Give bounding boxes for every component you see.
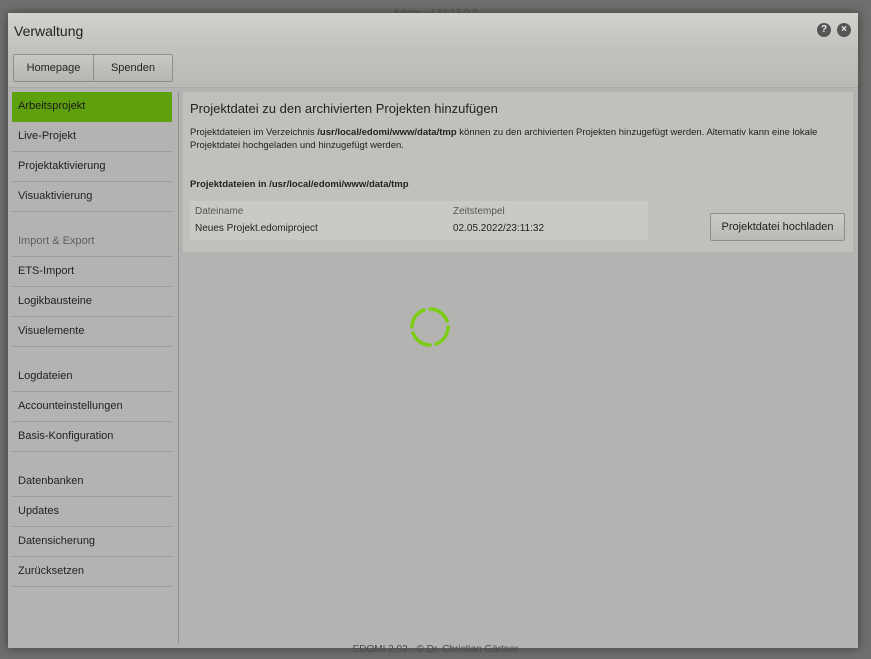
sidebar-section-header: Import & Export [12,227,172,257]
file-name-cell[interactable]: Neues Projekt.edomiproject [195,223,318,234]
help-icon[interactable]: ? [817,23,831,37]
tab-bar: Homepage Spenden [8,49,858,88]
sidebar-item-live-projekt[interactable]: Live-Projekt [12,122,172,152]
column-header-dateiname: Dateiname [195,206,244,217]
sidebar-item-basis-konfiguration[interactable]: Basis-Konfiguration [12,422,172,452]
verwaltung-window: Verwaltung ? × Homepage Spenden Arbeitsp… [8,13,858,648]
file-table: Dateiname Zeitstempel Neues Projekt.edom… [190,201,648,240]
sidebar-item-visuelemente[interactable]: Visuelemente [12,317,172,347]
sidebar-item-datenbanken[interactable]: Datenbanken [12,467,172,497]
sidebar-item-projektaktivierung[interactable]: Projektaktivierung [12,152,172,182]
directory-path: /usr/local/edomi/www/data/tmp [317,127,457,138]
window-title: Verwaltung [14,23,84,39]
sidebar-item-ets-import[interactable]: ETS-Import [12,257,172,287]
panel-description: Projektdateien im Verzeichnis /usr/local… [190,126,840,152]
sidebar-item-arbeitsprojekt[interactable]: Arbeitsprojekt [12,92,172,122]
sidebar-item-accounteinstellungen[interactable]: Accounteinstellungen [12,392,172,422]
column-header-zeitstempel: Zeitstempel [453,206,505,217]
directory-label: Projektdateien in /usr/local/edomi/www/d… [190,179,409,190]
sidebar-item-updates[interactable]: Updates [12,497,172,527]
tab-group: Homepage Spenden [13,54,173,82]
loading-spinner-icon [410,307,450,347]
timestamp-cell: 02.05.2022/23:11:32 [453,223,545,234]
panel-title: Projektdatei zu den archivierten Projekt… [190,101,498,116]
sidebar-item-zuruecksetzen[interactable]: Zurücksetzen [12,557,172,587]
sidebar-item-logikbausteine[interactable]: Logikbausteine [12,287,172,317]
description-text: Projektdateien im Verzeichnis [190,127,318,138]
sidebar: Arbeitsprojekt Live-Projekt Projektaktiv… [12,92,179,644]
sidebar-item-datensicherung[interactable]: Datensicherung [12,527,172,557]
upload-project-button[interactable]: Projektdatei hochladen [710,213,845,241]
sidebar-item-logdateien[interactable]: Logdateien [12,362,172,392]
tab-homepage[interactable]: Homepage [14,55,94,81]
archive-panel: Projektdatei zu den archivierten Projekt… [183,92,853,252]
tab-spenden[interactable]: Spenden [94,55,172,81]
sidebar-item-visuaktivierung[interactable]: Visuaktivierung [12,182,172,212]
window-titlebar: Verwaltung ? × [8,13,858,49]
background-footer-text: EDOMI 2.02 · © Dr. Christian Gärtner [352,644,519,655]
close-icon[interactable]: × [837,23,851,37]
